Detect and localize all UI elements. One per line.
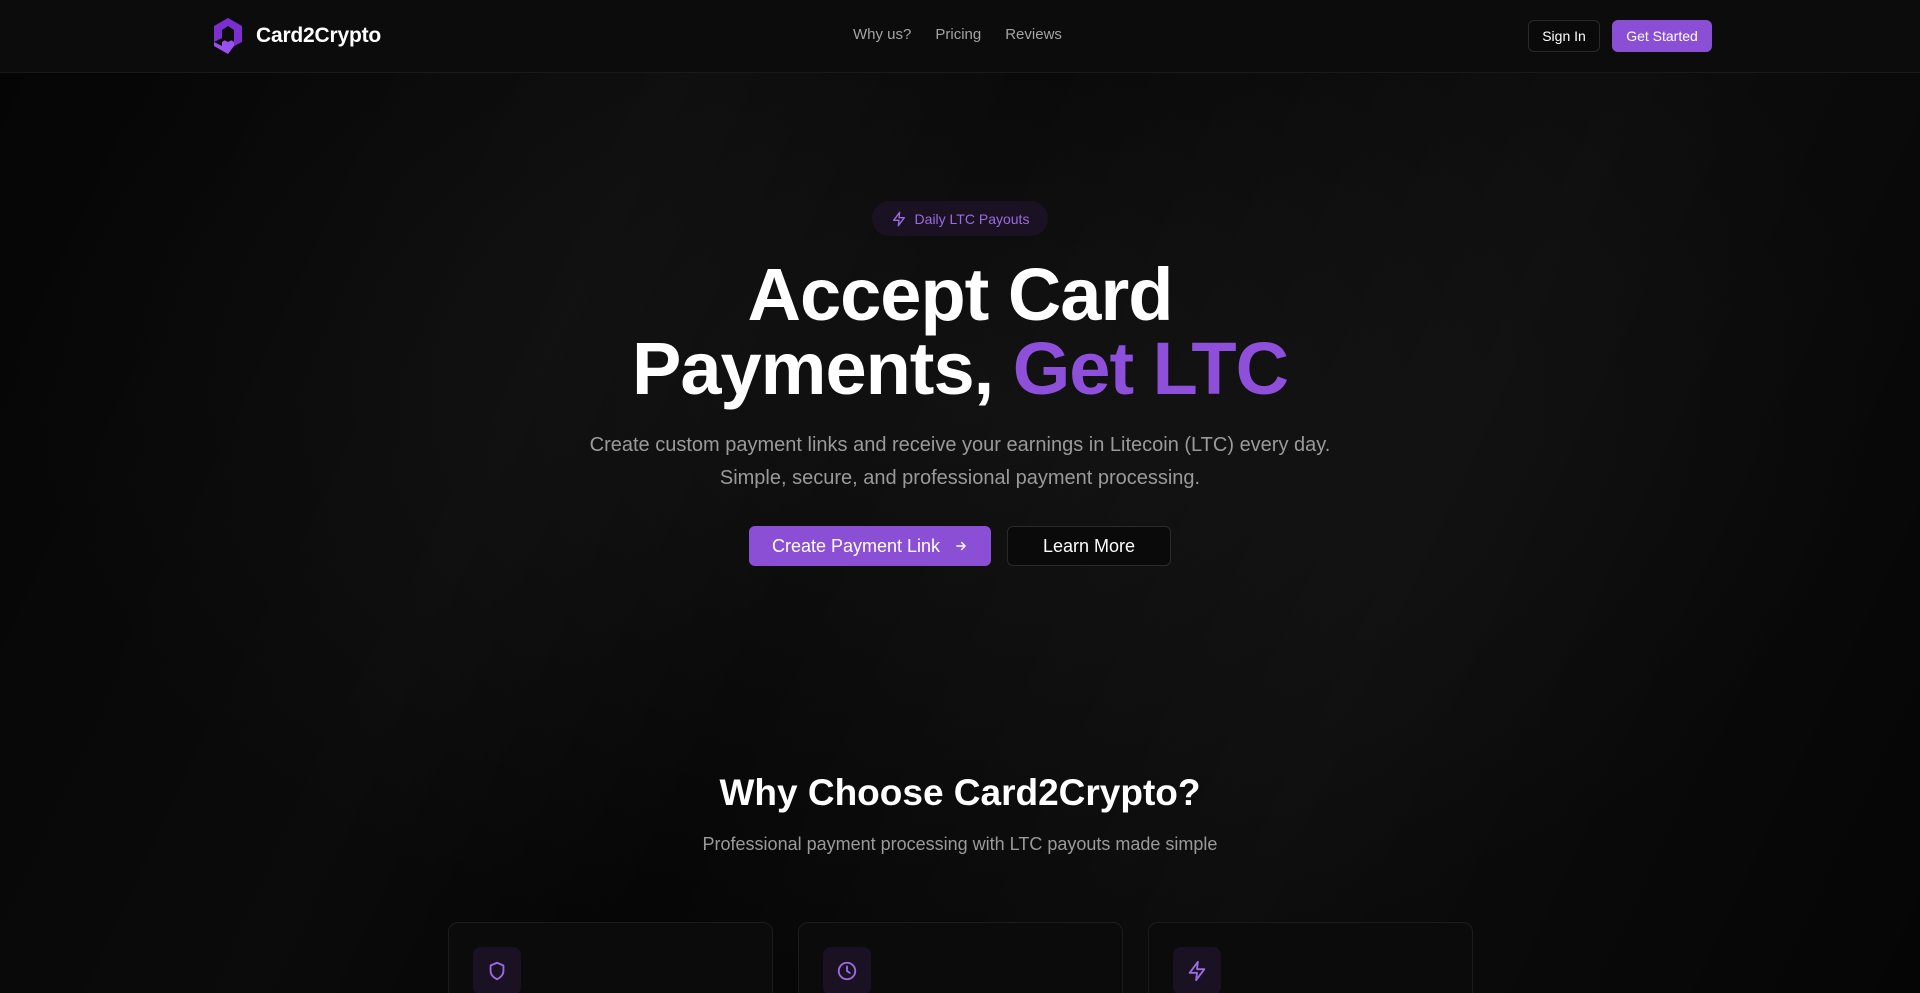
- nav-link-reviews[interactable]: Reviews: [1005, 26, 1062, 43]
- arrow-right-icon: [956, 541, 966, 551]
- nav-link-pricing[interactable]: Pricing: [935, 26, 981, 43]
- create-payment-link-button[interactable]: Create Payment Link: [749, 526, 991, 566]
- feature-card: [798, 922, 1123, 993]
- clock-icon: [837, 961, 857, 981]
- badge-label: Daily LTC Payouts: [914, 210, 1030, 227]
- hero-subtitle: Create custom payment links and receive …: [589, 434, 1331, 489]
- logo-icon: [214, 18, 242, 54]
- feature-card: [448, 922, 773, 993]
- learn-more-button[interactable]: Learn More: [1007, 526, 1171, 566]
- get-started-button[interactable]: Get Started: [1612, 20, 1712, 52]
- feature-icon-box: [823, 947, 871, 993]
- feature-icon-box: [1173, 947, 1221, 993]
- create-payment-link-label: Create Payment Link: [771, 535, 941, 556]
- lightning-icon: [1188, 960, 1206, 982]
- payout-badge: Daily LTC Payouts: [872, 201, 1048, 236]
- site-header: Card2Crypto Why us? Pricing Reviews Sign…: [0, 0, 1920, 73]
- nav-link-why-us[interactable]: Why us?: [853, 26, 911, 43]
- headline-line-2: Payments,: [631, 327, 1013, 410]
- hero-headline: Accept Card Payments, Get LTC: [0, 258, 1920, 406]
- features-title: Why Choose Card2Crypto?: [719, 772, 1201, 813]
- sign-in-button[interactable]: Sign In: [1528, 20, 1600, 52]
- headline-accent: Get LTC: [1012, 327, 1289, 410]
- feature-icon-box: [473, 947, 521, 993]
- feature-card: [1148, 922, 1473, 993]
- features-subtitle: Professional payment processing with LTC…: [702, 834, 1218, 854]
- brand-logo[interactable]: Card2Crypto: [210, 16, 381, 56]
- main-nav: Why us? Pricing Reviews: [853, 26, 1062, 43]
- shield-icon: [489, 961, 505, 981]
- lightning-icon: [892, 211, 905, 226]
- headline-line-1: Accept Card: [747, 253, 1174, 336]
- main-content: Daily LTC Payouts Accept Card Payments, …: [0, 0, 1920, 993]
- brand-name: Card2Crypto: [256, 24, 381, 47]
